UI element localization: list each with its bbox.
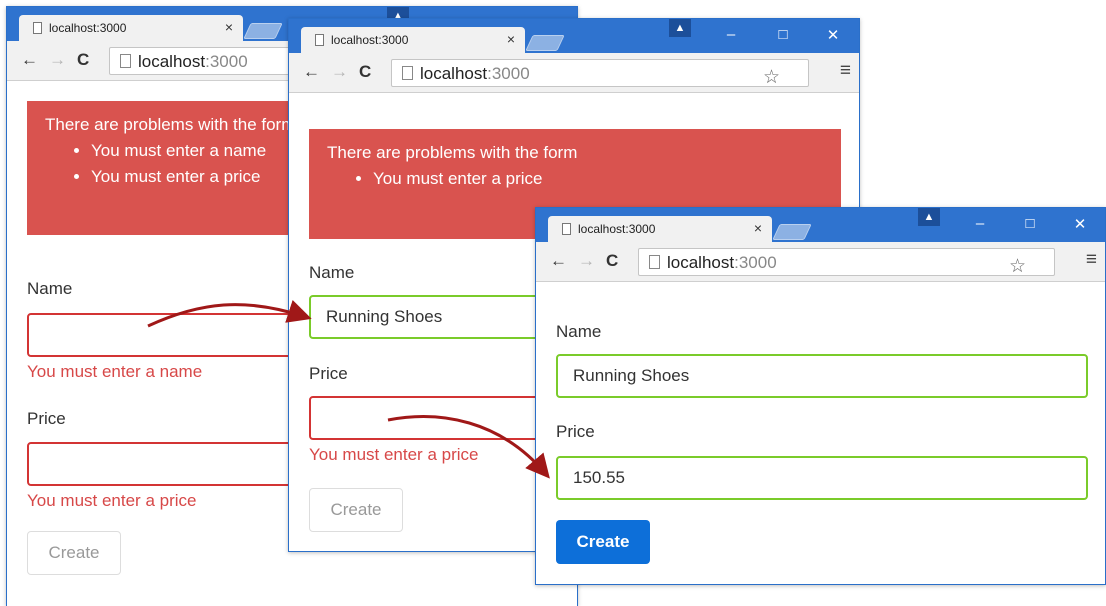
tab-close-icon[interactable]: × [507, 31, 515, 47]
address-bar[interactable]: localhost:3000 ☆ [638, 248, 1055, 277]
url-text: localhost:3000 [138, 52, 248, 71]
page-icon [562, 223, 571, 235]
reload-icon[interactable]: C [77, 50, 89, 70]
price-label: Price [556, 422, 595, 441]
bookmark-star-icon[interactable]: ☆ [763, 68, 780, 88]
alert-list: You must enter a price [327, 169, 823, 189]
page-icon [120, 54, 131, 68]
back-icon[interactable]: ← [303, 62, 320, 82]
browser-tab[interactable]: localhost:3000 × [548, 216, 772, 242]
name-label: Name [27, 279, 73, 298]
price-input[interactable]: 150.55 [556, 456, 1088, 500]
page-icon [402, 66, 413, 80]
menu-icon[interactable]: ≡ [1086, 250, 1097, 270]
reload-icon[interactable]: C [359, 62, 371, 82]
title-bar: localhost:3000 × ▲ – □ ✕ [536, 208, 1105, 242]
new-tab-button[interactable] [772, 224, 812, 240]
url-text: localhost:3000 [667, 253, 777, 272]
name-error: You must enter a name [27, 362, 203, 381]
create-button[interactable]: Create [556, 520, 650, 564]
back-icon[interactable]: ← [550, 251, 567, 271]
name-input[interactable]: Running Shoes [556, 354, 1088, 398]
url-text: localhost:3000 [420, 64, 530, 83]
browser-window-3: localhost:3000 × ▲ – □ ✕ ← → C localhost… [535, 207, 1106, 585]
alert-item: You must enter a price [373, 169, 823, 189]
tab-title: localhost:3000 [49, 21, 127, 35]
minimize-icon[interactable]: – [721, 26, 741, 43]
tab-title: localhost:3000 [331, 33, 409, 47]
name-label: Name [556, 322, 602, 341]
close-window-icon[interactable]: ✕ [1070, 215, 1090, 233]
forward-icon[interactable]: → [578, 251, 595, 271]
forward-icon[interactable]: → [49, 50, 66, 70]
tab-close-icon[interactable]: × [225, 19, 233, 35]
new-tab-button[interactable] [525, 35, 565, 51]
tab-close-icon[interactable]: × [754, 220, 762, 236]
forward-icon[interactable]: → [331, 62, 348, 82]
page-content: Name Running Shoes Price 150.55 Create [536, 282, 1105, 584]
page-icon [649, 255, 660, 269]
back-icon[interactable]: ← [21, 50, 38, 70]
close-window-icon[interactable]: ✕ [823, 26, 843, 44]
price-label: Price [309, 364, 348, 383]
page-icon [33, 22, 42, 34]
reload-icon[interactable]: C [606, 251, 618, 271]
maximize-icon[interactable]: □ [773, 26, 793, 43]
maximize-icon[interactable]: □ [1020, 215, 1040, 232]
price-error: You must enter a price [309, 445, 479, 464]
profile-icon[interactable]: ▲ [669, 19, 691, 37]
address-bar[interactable]: localhost:3000 ☆ [391, 59, 809, 88]
profile-icon[interactable]: ▲ [918, 208, 940, 226]
browser-toolbar: ← → C localhost:3000 ☆ ≡ [536, 242, 1105, 282]
tab-title: localhost:3000 [578, 222, 656, 236]
menu-icon[interactable]: ≡ [840, 61, 851, 81]
page-icon [315, 34, 324, 46]
title-bar: localhost:3000 × ▲ – □ ✕ [289, 19, 859, 53]
bookmark-star-icon[interactable]: ☆ [1009, 257, 1026, 277]
browser-toolbar: ← → C localhost:3000 ☆ ≡ [289, 53, 859, 93]
name-label: Name [309, 263, 355, 282]
browser-tab[interactable]: localhost:3000 × [19, 15, 243, 41]
create-button[interactable]: Create [27, 531, 121, 575]
browser-tab[interactable]: localhost:3000 × [301, 27, 525, 53]
create-button[interactable]: Create [309, 488, 403, 532]
price-label: Price [27, 409, 66, 428]
new-tab-button[interactable] [243, 23, 283, 39]
alert-heading: There are problems with the form [327, 143, 578, 162]
price-error: You must enter a price [27, 491, 197, 510]
minimize-icon[interactable]: – [970, 215, 990, 232]
